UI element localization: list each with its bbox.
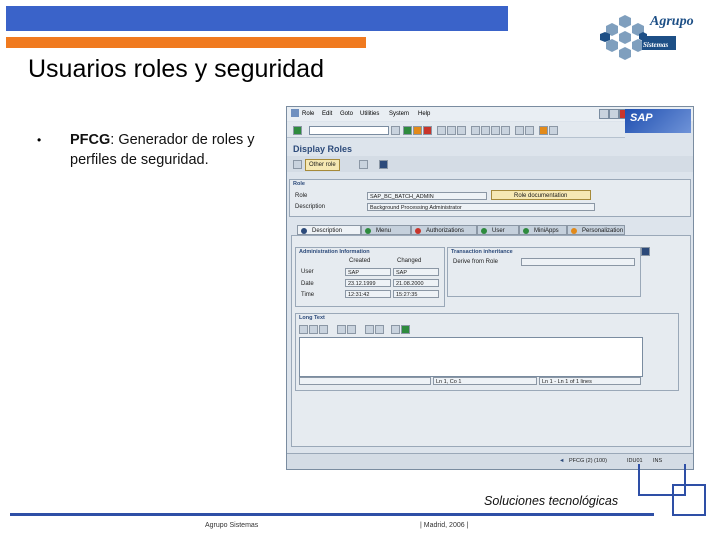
next-page-icon[interactable] <box>491 126 500 135</box>
cut-icon[interactable] <box>299 325 308 334</box>
long-text-editor[interactable] <box>299 337 643 377</box>
cancel-icon[interactable] <box>423 126 432 135</box>
header-blue-bar <box>6 6 508 31</box>
other-role-button[interactable]: Other role <box>305 159 340 171</box>
enter-icon[interactable] <box>293 126 302 135</box>
changed-time-field[interactable]: 15:27:35 <box>393 290 439 298</box>
tab-personalization[interactable]: Personalization <box>567 225 625 235</box>
tab-user[interactable]: User <box>477 225 519 235</box>
find-text-icon[interactable] <box>365 325 374 334</box>
admin-info-title: Administration Information <box>299 249 370 255</box>
command-field[interactable] <box>309 126 389 135</box>
changed-user-field[interactable]: SAP <box>393 268 439 276</box>
bullet-bold: PFCG <box>70 132 111 148</box>
menu-utilities[interactable]: Utilities <box>360 111 379 117</box>
help-icon[interactable] <box>539 126 548 135</box>
info-icon[interactable] <box>379 160 388 169</box>
footer-place: | Madrid, 2006 | <box>420 522 469 529</box>
menu-role[interactable]: Role <box>302 111 314 117</box>
menu-help[interactable]: Help <box>418 111 430 117</box>
sap-status-bar: ◄ PFCG (2) (100) IDU01 INS <box>287 453 693 469</box>
import-icon[interactable] <box>391 325 400 334</box>
display-change-icon[interactable] <box>293 160 302 169</box>
editor-status-left <box>299 377 431 385</box>
changed-label: Changed <box>397 258 422 264</box>
derive-from-role-label: Derive from Role <box>453 259 499 265</box>
window-menu-icon[interactable] <box>291 109 299 117</box>
find-next-icon[interactable] <box>457 126 466 135</box>
tab-menu[interactable]: Menu <box>361 225 411 235</box>
role-field[interactable]: SAP_BC_BATCH_ADMIN <box>367 192 487 200</box>
derive-from-role-field[interactable] <box>521 258 635 266</box>
screen-title: Display Roles <box>293 144 353 154</box>
save-icon[interactable] <box>391 126 400 135</box>
menu-goto[interactable]: Goto <box>340 111 353 117</box>
created-label: Created <box>349 258 371 264</box>
info-icon-2[interactable] <box>641 247 650 256</box>
redo-icon[interactable] <box>347 325 356 334</box>
sap-logo: SAP <box>625 109 691 133</box>
tagline: Soluciones tecnológicas <box>484 494 619 508</box>
tab-miniapps[interactable]: MiniApps <box>519 225 567 235</box>
decorative-square-icon-2 <box>672 484 706 516</box>
bullet-text: PFCG: Generador de roles y perfiles de s… <box>70 130 285 170</box>
inheritance-icon[interactable] <box>359 160 368 169</box>
role-frame-title: Role <box>293 181 305 187</box>
undo-icon[interactable] <box>337 325 346 334</box>
slide-title: Usuarios roles y seguridad <box>28 55 324 83</box>
role-documentation-button[interactable]: Role documentation <box>491 190 591 200</box>
paste-icon[interactable] <box>319 325 328 334</box>
created-time-field[interactable]: 12:31:42 <box>345 290 391 298</box>
exit-icon[interactable] <box>413 126 422 135</box>
footer-company: Agrupo Sistemas <box>205 522 259 529</box>
date-label: Date <box>301 281 314 287</box>
role-frame <box>289 179 691 217</box>
sap-window: Role Edit Goto Utilities System Help SAP… <box>286 106 694 470</box>
status-program: PFCG (2) (100) <box>569 458 607 464</box>
header-orange-bar <box>6 37 366 48</box>
find-icon[interactable] <box>447 126 456 135</box>
back-icon[interactable] <box>403 126 412 135</box>
replace-text-icon[interactable] <box>375 325 384 334</box>
description-label: Description <box>295 204 326 210</box>
copy-icon[interactable] <box>309 325 318 334</box>
editor-lines-info: Ln 1 - Ln 1 of 1 lines <box>539 377 641 385</box>
time-label: Time <box>301 292 315 298</box>
logo-wordmark: Agrupo <box>650 14 694 29</box>
previous-page-icon[interactable] <box>481 126 490 135</box>
transaction-inheritance-title: Transaction inheritance <box>451 249 513 255</box>
export-icon[interactable] <box>401 325 410 334</box>
tab-authorizations[interactable]: Authorizations <box>411 225 477 235</box>
tab-description[interactable]: Description <box>297 225 361 235</box>
logo-subtitle: Sistemas <box>643 41 669 49</box>
long-text-title: Long Text <box>299 315 325 321</box>
user-label: User <box>301 269 314 275</box>
created-user-field[interactable]: SAP <box>345 268 391 276</box>
minimize-icon[interactable] <box>599 109 609 119</box>
admin-info-frame <box>295 247 445 307</box>
changed-date-field[interactable]: 21.08.2000 <box>393 279 439 287</box>
menu-system[interactable]: System <box>389 111 409 117</box>
editor-line-info: Ln 1, Co 1 <box>433 377 537 385</box>
application-toolbar <box>287 156 693 172</box>
maximize-icon[interactable] <box>609 109 619 119</box>
first-page-icon[interactable] <box>471 126 480 135</box>
role-label: Role <box>295 193 308 199</box>
layout-icon[interactable] <box>549 126 558 135</box>
created-date-field[interactable]: 23.12.1999 <box>345 279 391 287</box>
new-session-icon[interactable] <box>515 126 524 135</box>
status-arrow-icon: ◄ <box>559 458 565 464</box>
shortcut-icon[interactable] <box>525 126 534 135</box>
footer-divider <box>10 513 654 516</box>
description-field[interactable]: Background Processing Administrator <box>367 203 595 211</box>
bullet-icon: • <box>37 133 42 147</box>
last-page-icon[interactable] <box>501 126 510 135</box>
print-icon[interactable] <box>437 126 446 135</box>
menu-edit[interactable]: Edit <box>322 111 332 117</box>
